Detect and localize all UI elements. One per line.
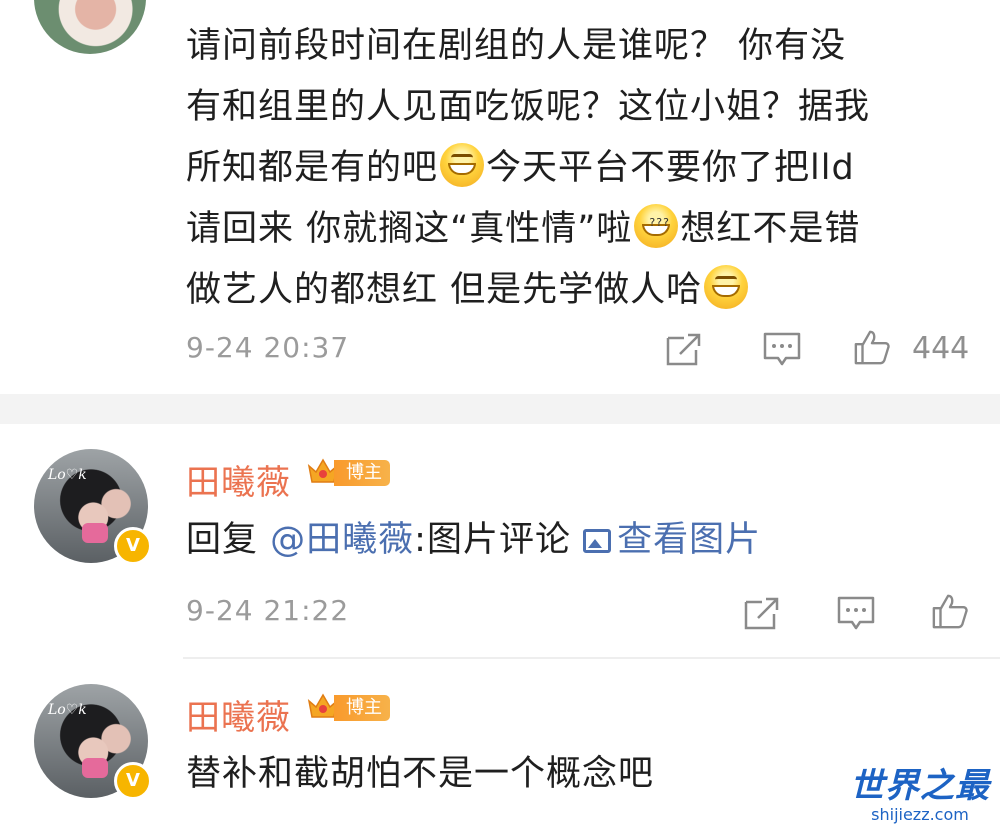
sweat-emoji — [634, 192, 679, 248]
divider — [183, 657, 1000, 659]
comment-line: 请问前段时间在剧组的人是谁呢？ 你有没 — [186, 26, 847, 66]
verified-badge-icon: V — [114, 527, 152, 565]
grin-emoji — [440, 143, 485, 187]
watermark: 世界之最 shijiezz.com — [850, 758, 990, 824]
comment-segment: 做艺人的都想红 但是先学做人哈 — [186, 270, 703, 310]
like-icon[interactable] — [852, 328, 892, 366]
comment-line: 所知都是有的吧 今天平台不要你了把lld — [186, 138, 981, 199]
avatar-scribble: Lo♡k — [48, 702, 87, 718]
like-icon[interactable] — [930, 592, 970, 630]
comment-segment: 所知都是有的吧 — [186, 148, 439, 188]
comment-line: 做艺人的都想红 但是先学做人哈 — [186, 260, 981, 321]
verified-badge-icon: V — [114, 762, 152, 800]
cake-icon — [82, 758, 108, 778]
watermark-title: 世界之最 — [850, 766, 990, 806]
comment-line: 有和组里的人见面吃饭呢？这位小姐？据我 — [186, 87, 871, 127]
share-icon[interactable] — [742, 594, 782, 632]
reply-text: :图片评论 — [414, 520, 571, 560]
comment-text: 回复 @田曦薇:图片评论 查看图片 — [186, 510, 981, 571]
user-name[interactable]: 田曦薇 — [186, 455, 291, 504]
reply-prefix: 回复 — [186, 520, 259, 560]
like-count: 444 — [912, 331, 970, 366]
comment-text: 请问前段时间在剧组的人是谁呢？ 你有没 有和组里的人见面吃饭呢？这位小姐？据我 … — [186, 16, 981, 321]
comment-line: 请回来 你就搁这“真性情”啦 想红不是错 — [186, 192, 981, 260]
comment-segment: 今天平台不要你了把lld — [486, 148, 855, 188]
mention-link[interactable]: @田曦薇 — [270, 520, 414, 560]
cake-icon — [82, 523, 108, 543]
view-image-label: 查看图片 — [617, 520, 762, 560]
comment-segment: 想红不是错 — [680, 209, 861, 249]
comment-icon[interactable] — [836, 594, 876, 632]
comment-segment: 请回来 你就搁这“真性情”啦 — [186, 209, 633, 249]
badge-label: 博主 — [334, 695, 390, 721]
user-name[interactable]: 田曦薇 — [186, 690, 291, 739]
share-icon[interactable] — [664, 330, 704, 368]
grin-emoji — [704, 265, 749, 309]
avatar[interactable] — [34, 0, 146, 54]
watermark-url: shijiezz.com — [871, 805, 969, 824]
badge-label: 博主 — [334, 460, 390, 486]
section-divider — [0, 394, 1000, 424]
comment-icon[interactable] — [762, 330, 802, 368]
timestamp: 9-24 20:37 — [186, 331, 350, 364]
timestamp: 9-24 21:22 — [186, 594, 350, 627]
view-image-link[interactable]: 查看图片 — [583, 520, 761, 560]
avatar-scribble: Lo♡k — [48, 467, 87, 483]
image-icon — [583, 529, 612, 553]
